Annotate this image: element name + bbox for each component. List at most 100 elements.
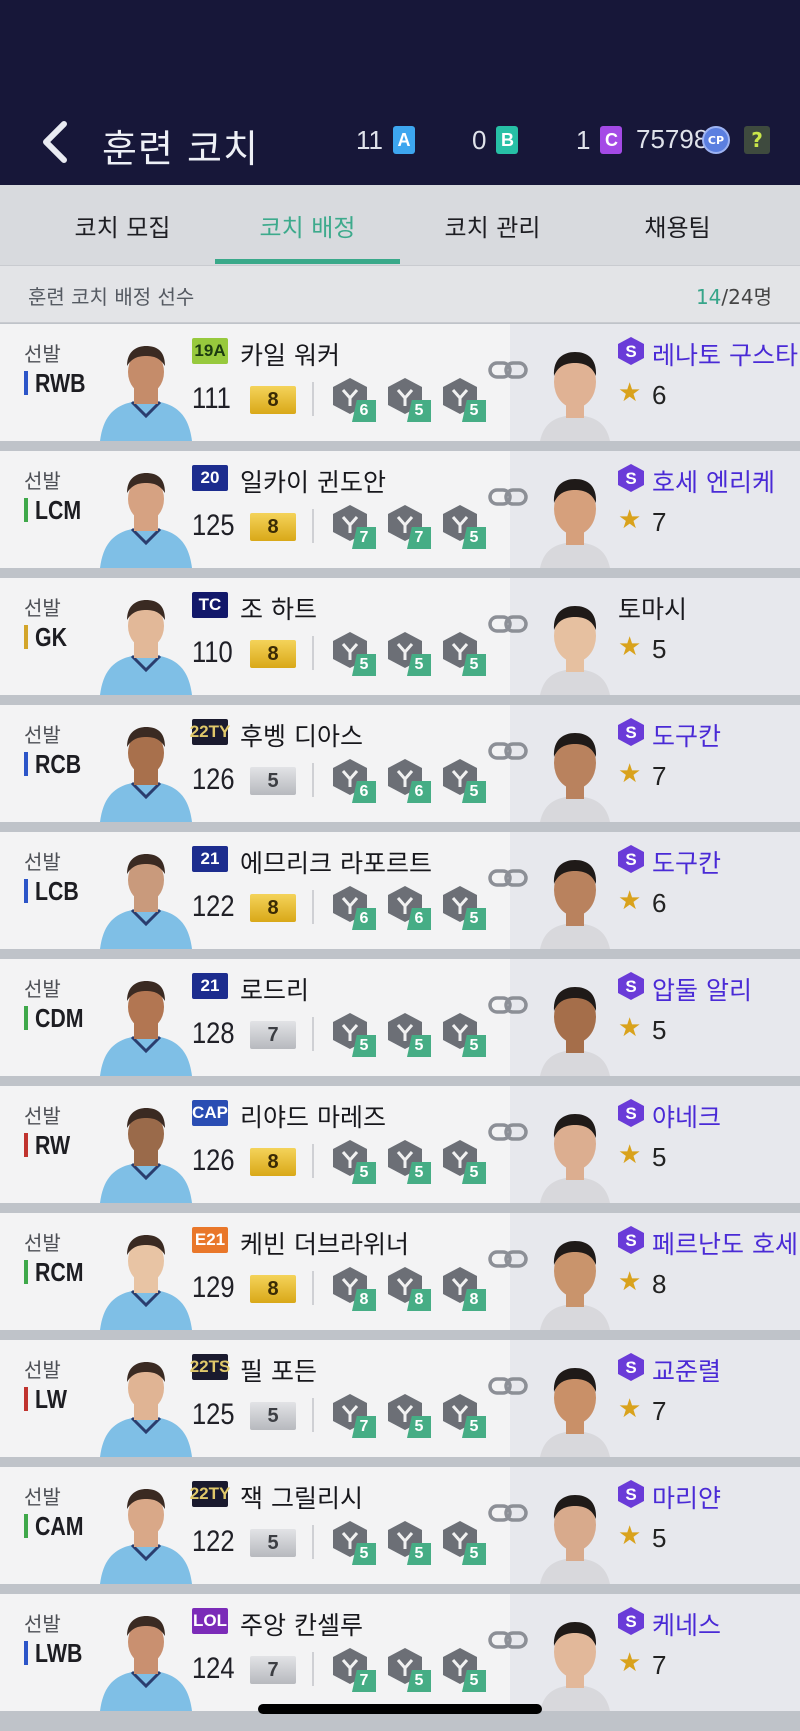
player-row[interactable]: 선발 CDM 21 로드리 128 7 5 5 5 S 압둘 알리 ★ 5 xyxy=(0,959,800,1086)
svg-text:S: S xyxy=(625,469,636,488)
link-chain-icon[interactable] xyxy=(488,360,528,380)
back-arrow-icon[interactable] xyxy=(36,120,76,164)
status-label: 선발 xyxy=(24,1231,61,1255)
svg-text:S: S xyxy=(625,1358,636,1377)
link-chain-icon[interactable] xyxy=(488,1249,528,1269)
player-portrait xyxy=(96,844,196,949)
player-name: 잭 그릴리시 xyxy=(240,1484,363,1513)
link-chain-icon[interactable] xyxy=(488,1122,528,1142)
player-row[interactable]: 선발 GK TC 조 하트 110 8 5 5 5 토마시 ★ 5 xyxy=(0,578,800,705)
position-code: RCM xyxy=(35,1257,84,1287)
link-chain-icon[interactable] xyxy=(488,487,528,507)
divider xyxy=(312,636,314,670)
currency-b-amount: 0 xyxy=(472,124,487,155)
training-skill-icon: 7 xyxy=(330,1646,376,1692)
link-chain-icon[interactable] xyxy=(488,868,528,888)
training-skill-icon: 5 xyxy=(385,1138,431,1184)
special-coach-s-icon: S xyxy=(618,1353,644,1381)
svg-text:S: S xyxy=(625,1104,636,1123)
divider xyxy=(312,890,314,924)
svg-text:S: S xyxy=(625,723,636,742)
position-color-bar xyxy=(24,371,28,395)
training-skill-icon: 5 xyxy=(440,1011,486,1057)
divider xyxy=(312,1271,314,1305)
coach-portrait xyxy=(540,1485,610,1584)
player-portrait xyxy=(96,463,196,568)
training-skill-icon: 5 xyxy=(440,1519,486,1565)
status-label: 선발 xyxy=(24,596,61,620)
player-name: 필 포든 xyxy=(240,1357,317,1386)
link-chain-icon[interactable] xyxy=(488,995,528,1015)
player-ovr: 124 xyxy=(192,1652,235,1685)
training-skill-icon: 6 xyxy=(330,757,376,803)
position-color-bar xyxy=(24,752,28,776)
training-skill-icon: 5 xyxy=(385,1392,431,1438)
top-header: 훈련 코치 11 A 0 B 1 C 75798 CP ? xyxy=(0,0,800,185)
training-skill-icon: 6 xyxy=(385,884,431,930)
position-color-bar xyxy=(24,625,28,649)
position-code: LCM xyxy=(35,495,82,525)
player-row[interactable]: 선발 RW CAP 리야드 마레즈 126 8 5 5 5 S 야네크 ★ 5 xyxy=(0,1086,800,1213)
player-name: 주앙 칸셀루 xyxy=(240,1611,363,1640)
currency-b: 0 B xyxy=(472,124,519,156)
training-skill-icon: 5 xyxy=(330,1519,376,1565)
player-portrait xyxy=(96,336,196,441)
training-skill-icon: 5 xyxy=(440,757,486,803)
tab-coach-assign[interactable]: 코치 배정 xyxy=(215,185,400,265)
row-separator xyxy=(0,1457,800,1467)
player-name: 에므리크 라포르트 xyxy=(240,849,432,878)
player-row[interactable]: 선발 RWB 19A 카일 워커 111 8 6 5 5 S 레나토 구스타 ★… xyxy=(0,324,800,451)
player-portrait xyxy=(96,590,196,695)
svg-text:S: S xyxy=(625,1485,636,1504)
player-name: 리야드 마레즈 xyxy=(240,1103,386,1132)
player-row[interactable]: 선발 LWB LOL 주앙 칸셀루 124 7 7 5 5 S 케네스 ★ 7 xyxy=(0,1594,800,1721)
status-label: 선발 xyxy=(24,977,61,1001)
player-row[interactable]: 선발 LW 22TS 필 포든 125 5 7 5 5 S 교준렬 ★ 7 xyxy=(0,1340,800,1467)
enhancement-level-badge: 8 xyxy=(250,1148,296,1176)
position-color-bar xyxy=(24,879,28,903)
coach-rating: 5 xyxy=(652,1523,667,1553)
training-skill-icon: 8 xyxy=(385,1265,431,1311)
player-row[interactable]: 선발 LCM 20 일카이 귄도안 125 8 7 7 5 S 호세 엔리케 ★… xyxy=(0,451,800,578)
c-token-icon: C xyxy=(600,126,623,154)
star-icon: ★ xyxy=(618,505,642,535)
training-skill-icon: 5 xyxy=(440,1646,486,1692)
player-ovr: 110 xyxy=(192,636,233,669)
position-code: LCB xyxy=(35,876,79,906)
player-name: 후벵 디아스 xyxy=(240,722,363,751)
position-code: CAM xyxy=(35,1511,84,1541)
player-name: 일카이 귄도안 xyxy=(240,468,386,497)
row-separator xyxy=(0,1330,800,1340)
link-chain-icon[interactable] xyxy=(488,1376,528,1396)
player-row[interactable]: 선발 CAM 22TY 잭 그릴리시 122 5 5 5 5 S 마리얀 ★ 5 xyxy=(0,1467,800,1594)
coach-name: 도구칸 xyxy=(652,722,722,751)
position-color-bar xyxy=(24,1641,28,1665)
player-row[interactable]: 선발 RCM E21 케빈 더브라위너 129 8 8 8 8 S 페르난도 호… xyxy=(0,1213,800,1340)
svg-text:S: S xyxy=(625,342,636,361)
coach-name: 압둘 알리 xyxy=(652,976,752,1005)
coach-portrait xyxy=(540,1612,610,1711)
training-skill-icon: 5 xyxy=(440,884,486,930)
coach-portrait xyxy=(540,1231,610,1330)
link-chain-icon[interactable] xyxy=(488,1503,528,1523)
link-chain-icon[interactable] xyxy=(488,614,528,634)
position-color-bar xyxy=(24,1387,28,1411)
status-label: 선발 xyxy=(24,850,61,874)
player-portrait xyxy=(96,1479,196,1584)
coach-portrait xyxy=(540,723,610,822)
tab-hiring-team[interactable]: 채용팀 xyxy=(585,185,770,265)
player-portrait xyxy=(96,971,196,1076)
position-code: RWB xyxy=(35,368,86,398)
tab-coach-manage[interactable]: 코치 관리 xyxy=(400,185,585,265)
link-chain-icon[interactable] xyxy=(488,1630,528,1650)
help-button[interactable]: ? xyxy=(744,126,770,154)
link-chain-icon[interactable] xyxy=(488,741,528,761)
training-skill-icon: 5 xyxy=(385,1011,431,1057)
svg-text:S: S xyxy=(625,1231,636,1250)
coach-rating: 5 xyxy=(652,1015,667,1045)
tab-coach-recruit[interactable]: 코치 모집 xyxy=(30,185,215,265)
player-row[interactable]: 선발 LCB 21 에므리크 라포르트 122 8 6 6 5 S 도구칸 ★ … xyxy=(0,832,800,959)
season-badge: 21 xyxy=(192,846,228,872)
player-row[interactable]: 선발 RCB 22TY 후벵 디아스 126 5 6 6 5 S 도구칸 ★ 7 xyxy=(0,705,800,832)
player-ovr: 111 xyxy=(192,382,231,415)
